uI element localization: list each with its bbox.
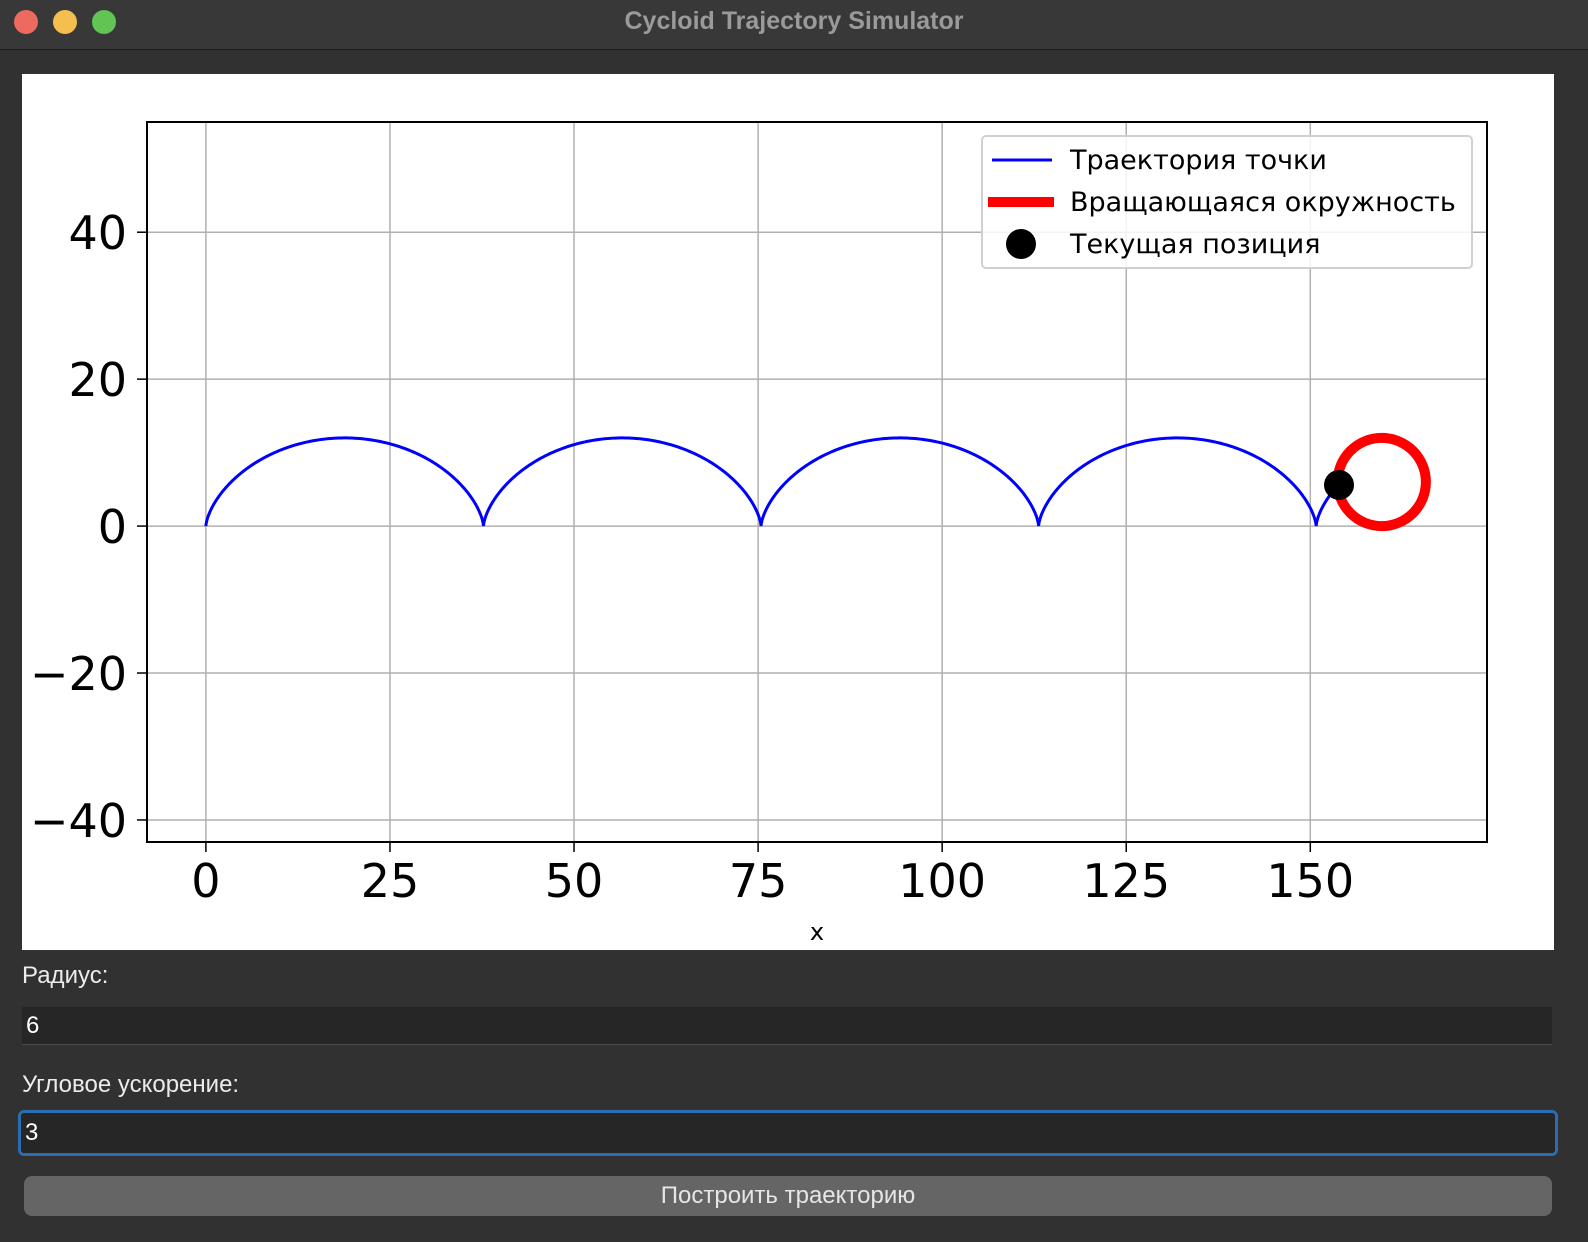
legend-label: Текущая позиция bbox=[1069, 229, 1320, 260]
series-layer bbox=[204, 432, 1431, 532]
ticks: 0 25 50 75 100 125 150 −40 −20 0 20 40 bbox=[30, 206, 1354, 908]
x-tick-label: 25 bbox=[361, 854, 420, 908]
y-tick-label: −20 bbox=[30, 647, 127, 701]
x-axis-label: x bbox=[810, 918, 824, 946]
legend-label: Вращающаяся окружность bbox=[1070, 187, 1456, 218]
cycloid-chart: 0 25 50 75 100 125 150 −40 −20 0 20 40 x Траектория… bbox=[30, 121, 1488, 946]
legend: Траектория точки Вращающаяся окружность Те… bbox=[981, 135, 1473, 269]
title-bar: Cycloid Trajectory Simulator bbox=[0, 0, 1588, 50]
trajectory-line bbox=[204, 436, 1339, 527]
x-tick-label: 75 bbox=[729, 854, 788, 908]
x-tick-label: 125 bbox=[1082, 854, 1170, 908]
y-tick-label: 0 bbox=[98, 500, 127, 554]
y-tick-label: 40 bbox=[68, 206, 127, 260]
y-tick-label: −40 bbox=[30, 794, 127, 848]
window-title: Cycloid Trajectory Simulator bbox=[624, 7, 964, 35]
legend-marker-point bbox=[1006, 229, 1036, 259]
plot-canvas: 0 25 50 75 100 125 150 −40 −20 0 20 40 x Траектория… bbox=[22, 74, 1554, 950]
x-tick-label: 50 bbox=[545, 854, 604, 908]
radius-input[interactable] bbox=[22, 1007, 1552, 1045]
x-tick-label: 100 bbox=[898, 854, 986, 908]
current-position-point bbox=[1324, 469, 1355, 500]
x-tick-label: 150 bbox=[1266, 854, 1354, 908]
legend-label: Траектория точки bbox=[1069, 145, 1327, 176]
y-tick-label: 20 bbox=[68, 353, 127, 407]
angular-acceleration-input[interactable] bbox=[18, 1110, 1558, 1156]
radius-label: Радиус: bbox=[22, 962, 109, 989]
build-trajectory-button[interactable]: Построить траекторию bbox=[24, 1176, 1552, 1216]
angular-acceleration-label: Угловое ускорение: bbox=[22, 1071, 240, 1098]
x-tick-label: 0 bbox=[191, 854, 220, 908]
